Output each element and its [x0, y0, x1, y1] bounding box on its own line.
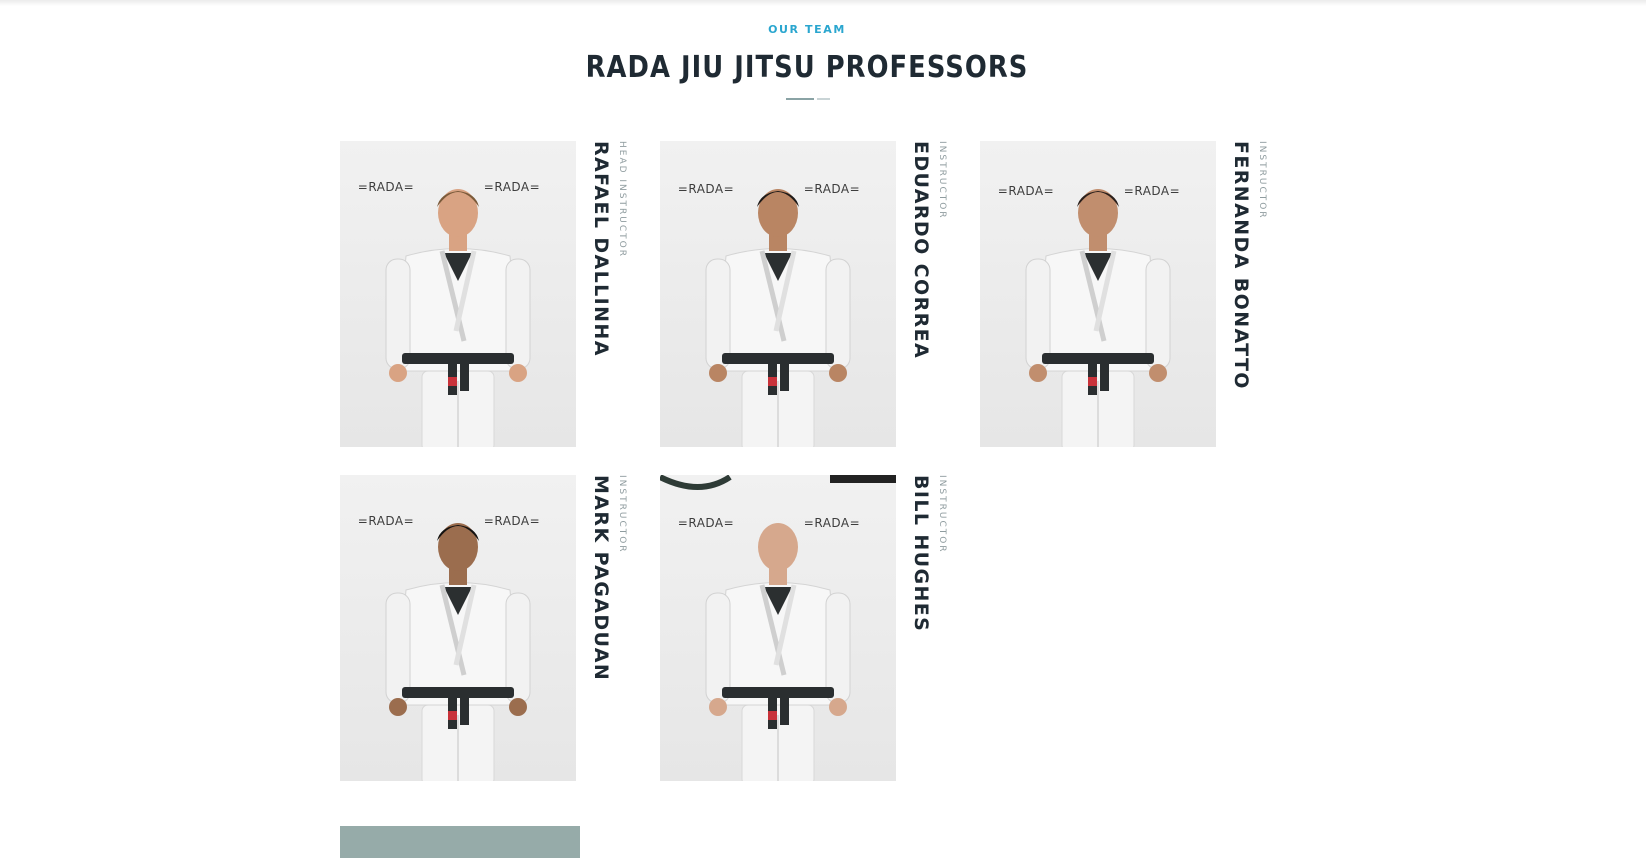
portrait-illustration: =RADA= =RADA=	[678, 182, 860, 447]
wall-logo: =RADA=	[998, 184, 1054, 198]
professor-name: FERNANDA BONATTO	[1230, 141, 1252, 390]
professor-role: INSTRUCTOR	[937, 475, 947, 554]
professor-role: HEAD INSTRUCTOR	[617, 141, 627, 258]
professor-card[interactable]: =RADA= =RADA= MARK PAGADUAN INSTRUCTOR	[340, 475, 640, 781]
portrait-illustration: =RADA= =RADA=	[998, 184, 1180, 447]
professor-name: BILL HUGHES	[910, 475, 932, 633]
portrait-illustration: =RADA= =RADA=	[660, 475, 896, 781]
professor-card[interactable]: =RADA= =RADA= FERNANDA BONATTO INSTRUCTOR	[980, 141, 1280, 447]
title-divider	[786, 98, 830, 100]
professor-photo[interactable]: =RADA= =RADA=	[660, 141, 896, 447]
professor-name: RAFAEL DALLINHA	[590, 141, 612, 357]
next-card-preview[interactable]	[340, 826, 580, 858]
wall-logo: =RADA=	[804, 182, 860, 196]
professor-card[interactable]: =RADA= =RADA= RAFAEL DALLINHA HEAD INSTRU…	[340, 141, 640, 447]
team-section: OUR TEAM RADA JIU JITSU PROFESSORS =RADA…	[0, 0, 1646, 858]
header-shadow	[0, 0, 1646, 6]
section-title: RADA JIU JITSU PROFESSORS	[585, 50, 1029, 85]
professor-photo[interactable]: =RADA= =RADA=	[340, 475, 576, 781]
wall-logo: =RADA=	[1124, 184, 1180, 198]
professor-name: EDUARDO CORREA	[910, 141, 932, 360]
professor-photo[interactable]: =RADA= =RADA=	[660, 475, 896, 781]
professor-role: INSTRUCTOR	[937, 141, 947, 220]
wall-logo: =RADA=	[678, 182, 734, 196]
wall-logo: =RADA=	[358, 514, 414, 528]
portrait-illustration: =RADA= =RADA=	[358, 514, 540, 781]
wall-logo: =RADA=	[804, 516, 860, 530]
professor-role: INSTRUCTOR	[617, 475, 627, 554]
wall-logo: =RADA=	[484, 514, 540, 528]
wall-logo: =RADA=	[358, 180, 414, 194]
portrait-illustration: =RADA= =RADA=	[358, 180, 540, 447]
wall-logo: =RADA=	[484, 180, 540, 194]
professor-role: INSTRUCTOR	[1257, 141, 1267, 220]
professor-card[interactable]: =RADA= =RADA= EDUARDO CORREA INSTRUCTOR	[660, 141, 960, 447]
professor-name: MARK PAGADUAN	[590, 475, 612, 682]
wall-logo: =RADA=	[678, 516, 734, 530]
section-eyebrow: OUR TEAM	[768, 23, 846, 36]
professor-photo[interactable]: =RADA= =RADA=	[980, 141, 1216, 447]
professor-photo[interactable]: =RADA= =RADA=	[340, 141, 576, 447]
professor-card[interactable]: =RADA= =RADA= BILL HUGHES INSTRUCTOR	[660, 475, 960, 781]
